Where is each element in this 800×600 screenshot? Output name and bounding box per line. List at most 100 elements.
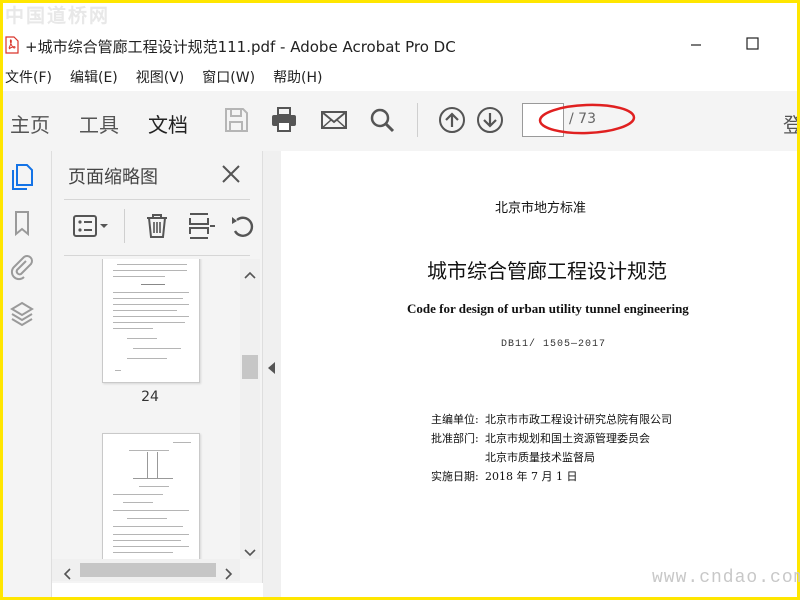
collapse-panel-icon[interactable]: [268, 359, 276, 374]
sign-in-label[interactable]: 登: [783, 109, 797, 138]
thumb-text-line: [113, 292, 189, 293]
tab-document[interactable]: 文档: [148, 109, 188, 138]
watermark-logo-bottom: www.cndao.com: [652, 568, 800, 588]
thumb-text-line: [113, 322, 185, 323]
thumb-text-line: [113, 526, 183, 527]
document-meta-row: 批准部门: 北京市规划和国土资源管理委员会: [431, 430, 650, 446]
document-meta-row: 北京市质量技术监督局: [431, 449, 595, 465]
maximize-icon[interactable]: [741, 33, 763, 55]
page-total: / 73: [569, 111, 596, 127]
thumb-text-line: [113, 494, 163, 495]
delete-icon[interactable]: [142, 211, 172, 241]
thumb-text-line: [113, 510, 189, 511]
panel-separator: [64, 255, 250, 256]
thumbnail-list: 24: [52, 259, 238, 559]
thumb-text-line: [113, 316, 189, 317]
bookmark-icon[interactable]: [9, 209, 35, 237]
menu-view[interactable]: 视图(V): [136, 65, 185, 89]
print-icon[interactable]: [269, 105, 299, 135]
thumbnail-vertical-scrollbar[interactable]: [240, 259, 260, 559]
close-icon[interactable]: [220, 163, 242, 185]
panel-tool-separator: [124, 209, 125, 243]
thumb-text-line: [113, 270, 187, 271]
chevron-up-icon[interactable]: [244, 265, 256, 279]
options-menu-icon[interactable]: [72, 211, 108, 241]
menu-edit[interactable]: 编辑(E): [70, 65, 118, 89]
navigation-rail: [3, 151, 52, 597]
thumb-text-line: [113, 310, 177, 311]
document-issuer: 北京市地方标准: [495, 201, 587, 216]
toolbar-separator: [417, 103, 418, 137]
tab-tools[interactable]: 工具: [79, 109, 119, 138]
page-number-input[interactable]: [522, 103, 564, 137]
email-icon[interactable]: [319, 105, 349, 135]
page-thumbnails-panel: 页面缩略图 24: [52, 151, 263, 583]
panel-title: 页面缩略图: [68, 167, 158, 188]
chevron-down-icon[interactable]: [244, 543, 256, 557]
thumb-text-line: [113, 304, 189, 305]
page-up-icon[interactable]: [437, 105, 467, 135]
panel-separator: [64, 199, 250, 200]
page-thumbnail[interactable]: [102, 259, 200, 383]
meta-value: 2018 年 7 月 1 日: [485, 470, 578, 483]
thumb-figure-line: [133, 478, 173, 479]
thumb-text-line: [173, 442, 191, 443]
menu-help[interactable]: 帮助(H): [273, 65, 322, 89]
layers-icon[interactable]: [9, 299, 35, 327]
thumb-figure-line: [157, 452, 158, 478]
save-icon[interactable]: [221, 105, 251, 135]
thumb-text-line: [127, 338, 157, 339]
insert-page-icon[interactable]: [186, 211, 216, 241]
page-down-icon[interactable]: [475, 105, 505, 135]
page-thumbnails-icon[interactable]: [9, 163, 35, 191]
meta-label: 实施日期:: [431, 470, 479, 483]
tab-home[interactable]: 主页: [10, 109, 50, 138]
panel-splitter[interactable]: [263, 151, 281, 597]
window-frame: +城市综合管廊工程设计规范111.pdf - Adobe Acrobat Pro…: [3, 3, 797, 597]
menu-bar: 文件(F) 编辑(E) 视图(V) 窗口(W) 帮助(H): [3, 65, 341, 89]
document-title-en: Code for design of urban utility tunnel …: [407, 301, 689, 316]
document-meta-row: 实施日期: 2018 年 7 月 1 日: [431, 468, 577, 484]
minimize-icon[interactable]: [685, 33, 707, 55]
title-bar: +城市综合管廊工程设计规范111.pdf - Adobe Acrobat Pro…: [3, 25, 797, 67]
thumb-text-line: [115, 370, 121, 371]
meta-value: 北京市质量技术监督局: [485, 451, 595, 464]
thumb-text-line: [133, 348, 181, 349]
document-meta-row: 主编单位: 北京市市政工程设计研究总院有限公司: [431, 411, 672, 427]
thumbnail-page-label: 24: [141, 389, 159, 405]
thumb-text-line: [113, 298, 183, 299]
horizontal-scroll-thumb[interactable]: [80, 563, 216, 577]
meta-label: 批准部门:: [431, 432, 479, 445]
document-view[interactable]: 北京市地方标准 城市综合管廊工程设计规范 Code for design of …: [281, 151, 797, 597]
main-toolbar: 主页 工具 文档 / 73 登: [3, 91, 797, 152]
thumb-text-line: [141, 284, 165, 285]
vertical-scroll-thumb[interactable]: [242, 355, 258, 379]
thumb-text-line: [127, 518, 167, 519]
thumb-text-line: [129, 450, 169, 451]
attachment-icon[interactable]: [9, 253, 35, 281]
thumb-text-line: [113, 540, 181, 541]
chevron-right-icon[interactable]: [224, 565, 234, 580]
document-code: DB11/ 1505—2017: [501, 339, 607, 350]
meta-value: 北京市市政工程设计研究总院有限公司: [485, 413, 672, 426]
meta-label: 主编单位:: [431, 413, 479, 426]
thumb-text-line: [139, 486, 169, 487]
thumb-figure-line: [147, 452, 148, 478]
chevron-left-icon[interactable]: [62, 565, 72, 580]
window-title: +城市综合管廊工程设计规范111.pdf - Adobe Acrobat Pro…: [25, 38, 456, 56]
thumb-text-line: [113, 276, 165, 277]
rotate-icon[interactable]: [228, 211, 258, 241]
search-icon[interactable]: [367, 105, 397, 135]
meta-value: 北京市规划和国土资源管理委员会: [485, 432, 650, 445]
thumbnail-horizontal-scrollbar[interactable]: [52, 559, 240, 581]
thumb-text-line: [113, 534, 189, 535]
thumb-text-line: [113, 546, 189, 547]
menu-window[interactable]: 窗口(W): [202, 65, 255, 89]
thumb-text-line: [123, 502, 153, 503]
pdf-file-icon: [5, 36, 19, 54]
menu-file[interactable]: 文件(F): [5, 65, 52, 89]
page-thumbnail[interactable]: [102, 433, 200, 559]
thumb-text-line: [113, 552, 173, 553]
thumb-text-line: [117, 264, 187, 265]
thumb-text-line: [127, 358, 167, 359]
